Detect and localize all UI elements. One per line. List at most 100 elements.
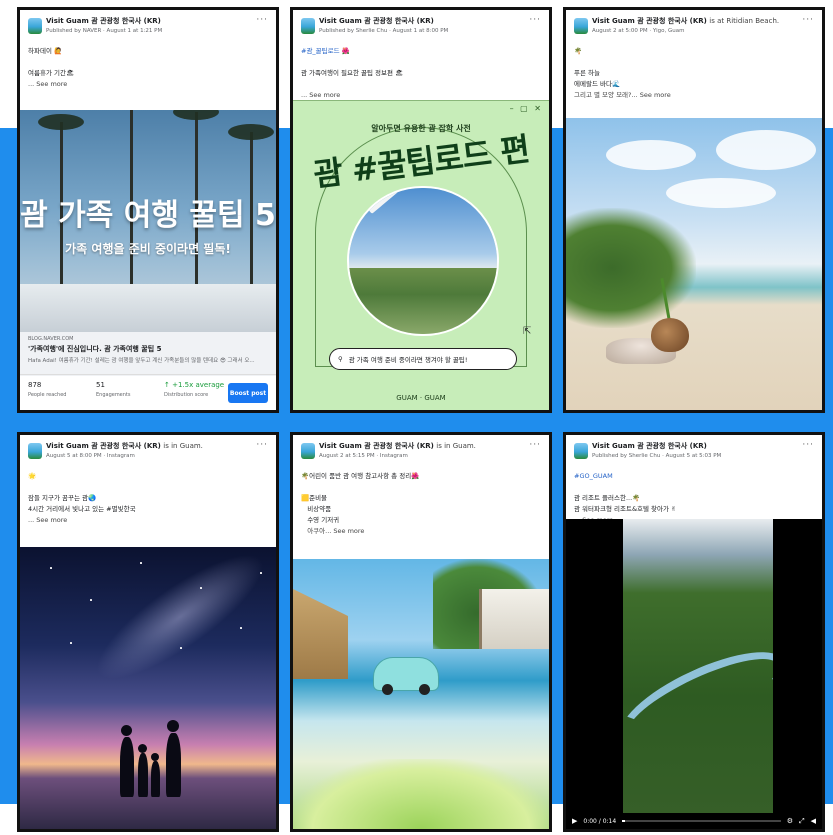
post-text: 🌴 푸른 하늘 에메랄드 바다🌊 그리고 별 모양 모래?... See mor… [566, 46, 822, 101]
link-domain: BLOG.NAVER.COM [28, 336, 74, 342]
post-text-line: 여름휴가 기간🏖 [28, 69, 75, 77]
more-options-icon[interactable]: ··· [529, 15, 541, 25]
page-avatar[interactable] [574, 18, 588, 34]
location-text[interactable]: is in Guam. [436, 442, 476, 450]
see-more-link[interactable]: 그리고 별 모양 모래?... See more [574, 90, 814, 101]
page-avatar[interactable] [28, 443, 42, 459]
post-text: #괌_꿀팁로드 🌺 괌 가족여행이 필요한 꿀팁 정보편 🏖 ... See m… [293, 46, 549, 101]
see-more-link[interactable]: ... See more [28, 79, 268, 90]
more-options-icon[interactable]: ··· [256, 440, 268, 450]
family-silhouette [120, 737, 134, 797]
foreground-leaves [293, 759, 549, 829]
post-image[interactable] [20, 547, 276, 829]
link-title: '가족여행'에 진심입니다. 괌 가족여행 꿀팁 5 [28, 345, 162, 353]
fullscreen-icon[interactable]: ⤢ [799, 817, 805, 826]
post-text-line [301, 57, 541, 68]
search-bar-text: 괌 가족 여행 준비 중이라면 챙겨야 할 꿀팁! [348, 356, 468, 364]
hashtag-link[interactable]: #괌_꿀팁로드 🌺 [301, 46, 541, 57]
page-avatar[interactable] [301, 18, 315, 34]
stat-value: 51 [96, 381, 105, 389]
stat-label: People reached [28, 392, 67, 398]
resort-building [20, 284, 276, 332]
more-options-icon[interactable]: ··· [802, 440, 814, 450]
image-subtitle: 가족 여행을 준비 중이라면 필독! [65, 242, 231, 256]
page-avatar[interactable] [574, 443, 588, 459]
page-name[interactable]: Visit Guam 괌 관광청 한국사 (KR) is at Ritidian… [592, 16, 814, 26]
see-more-link[interactable]: ... See more [28, 515, 268, 526]
post-text-line [301, 79, 541, 90]
post-text-line: 괌 가족여행이 필요한 꿀팁 정보편 🏖 [301, 69, 404, 77]
post-header: Visit Guam 괌 관광청 한국사 (KR) Published by N… [20, 10, 276, 46]
beach-trees [566, 208, 696, 328]
post-text-line [28, 57, 268, 68]
page-name[interactable]: Visit Guam 괌 관광청 한국사 (KR) [319, 16, 541, 26]
resort-building [479, 589, 549, 649]
post-meta: Published by Sherlie Chu · August 5 at 5… [592, 453, 722, 459]
post-header: Visit Guam 괌 관광청 한국사 (KR) is in Guam. Au… [293, 435, 549, 471]
coconut [651, 318, 689, 352]
page-name[interactable]: Visit Guam 괌 관광청 한국사 (KR) is in Guam. [319, 441, 541, 451]
cloud [606, 140, 696, 170]
stat-engagements: 51 Engagements [96, 381, 158, 404]
post-text: #GO_GUAM 괌 리조트 플러스한...🌴 괌 워터파크형 리조트&호텔 찾… [566, 471, 822, 526]
post-text-line: 🟨준비물 [301, 494, 328, 502]
post-meta: August 2 at 5:00 PM · Yigo, Guam [592, 28, 685, 34]
see-more-link[interactable]: 아쿠아... See more [301, 526, 541, 537]
post-header: Visit Guam 괌 관광청 한국사 (KR) is at Ritidian… [566, 10, 822, 46]
post-card-kids-travel[interactable]: Visit Guam 괌 관광청 한국사 (KR) is in Guam. Au… [290, 432, 552, 832]
page-name[interactable]: Visit Guam 괌 관광청 한국사 (KR) [592, 441, 814, 451]
more-options-icon[interactable]: ··· [256, 15, 268, 25]
more-options-icon[interactable]: ··· [802, 15, 814, 25]
post-image[interactable]: 괌 가족 여행 꿀팁 5 가족 여행을 준비 중이라면 필독! [20, 110, 276, 332]
video-frame[interactable] [623, 519, 773, 815]
post-text: 🌟 잠들 지구가 꿈꾸는 괌🌏 4시간 거리에서 빛나고 있는 #별빛한국 ..… [20, 471, 276, 526]
window-controls-icon: – ▢ ✕ [509, 104, 543, 113]
post-text-line: 에메랄드 바다🌊 [574, 80, 621, 88]
post-text-line: 🌴 [574, 47, 583, 55]
location-text[interactable]: is at Ritidian Beach. [709, 17, 779, 25]
location-text[interactable]: is in Guam. [163, 442, 203, 450]
post-text-line: 잠들 지구가 꿈꾸는 괌🌏 [28, 494, 97, 502]
play-icon[interactable]: ▶ [572, 817, 577, 825]
video-player[interactable]: ▶ 0:00 / 0:14 ⚙ ⤢ ◀ [566, 519, 822, 829]
page-name[interactable]: Visit Guam 괌 관광청 한국사 (KR) [46, 16, 268, 26]
image-title: 괌 가족 여행 꿀팁 5 [20, 198, 276, 233]
mint-car [373, 657, 439, 695]
search-icon: ⚲ [338, 355, 343, 363]
guam-logos: GUAM · GUAM [396, 394, 446, 402]
stat-people-reached: 878 People reached [28, 381, 90, 404]
hashtag-link[interactable]: #GO_GUAM [574, 471, 814, 482]
post-text-line: 하파데이 🙋 [28, 47, 63, 55]
post-text-line [574, 482, 814, 493]
post-card-family-tips[interactable]: Visit Guam 괌 관광청 한국사 (KR) Published by N… [17, 7, 279, 413]
post-text-line: 괌 워터파크형 리조트&호텔 찾아가 ✌ [574, 505, 677, 513]
more-options-icon[interactable]: ··· [529, 440, 541, 450]
post-text-line: 🌟 [28, 472, 37, 480]
page-avatar[interactable] [28, 18, 42, 34]
link-preview[interactable]: BLOG.NAVER.COM '가족여행'에 진심입니다. 괌 가족여행 꿀팁 … [20, 332, 276, 376]
post-text-line [28, 482, 268, 493]
page-name[interactable]: Visit Guam 괌 관광청 한국사 (KR) is in Guam. [46, 441, 268, 451]
cursor-icon: ⇱ [523, 326, 532, 337]
post-text: 🌴어린이 품반 괌 여행 참고사항 총 정리🌺 🟨준비물 비상약품 수영 기저귀… [293, 471, 549, 537]
post-text-line: 🌴어린이 품반 괌 여행 참고사항 총 정리🌺 [301, 472, 420, 480]
video-progress-bar[interactable] [622, 820, 781, 822]
post-card-waterpark-video[interactable]: Visit Guam 괌 관광청 한국사 (KR) Published by S… [563, 432, 825, 832]
post-insights: 878 People reached 51 Engagements ↑ +1.5… [20, 374, 276, 410]
boost-post-button[interactable]: Boost post [228, 383, 268, 403]
cloud [666, 178, 776, 208]
post-image[interactable] [293, 559, 549, 829]
water-slide [623, 633, 773, 765]
post-image[interactable]: – ▢ ✕ 알아두면 유용한 괌 잡학 사전 괌 #꿀팁로드 편 ⇱ ⚲ 괌 가… [293, 100, 549, 410]
post-header: Visit Guam 괌 관광청 한국사 (KR) Published by S… [566, 435, 822, 471]
post-text-line: 비상약품 [301, 505, 332, 513]
post-card-starry-night[interactable]: Visit Guam 괌 관광청 한국사 (KR) is in Guam. Au… [17, 432, 279, 832]
post-image[interactable] [566, 118, 822, 410]
post-card-tip-road[interactable]: Visit Guam 괌 관광청 한국사 (KR) Published by S… [290, 7, 552, 413]
post-text-line [574, 57, 814, 68]
volume-icon[interactable]: ◀ [811, 817, 816, 825]
page-avatar[interactable] [301, 443, 315, 459]
video-controls: ▶ 0:00 / 0:14 ⚙ ⤢ ◀ [566, 813, 822, 829]
settings-icon[interactable]: ⚙ [787, 817, 793, 825]
post-card-ritidian-beach[interactable]: Visit Guam 괌 관광청 한국사 (KR) is at Ritidian… [563, 7, 825, 413]
